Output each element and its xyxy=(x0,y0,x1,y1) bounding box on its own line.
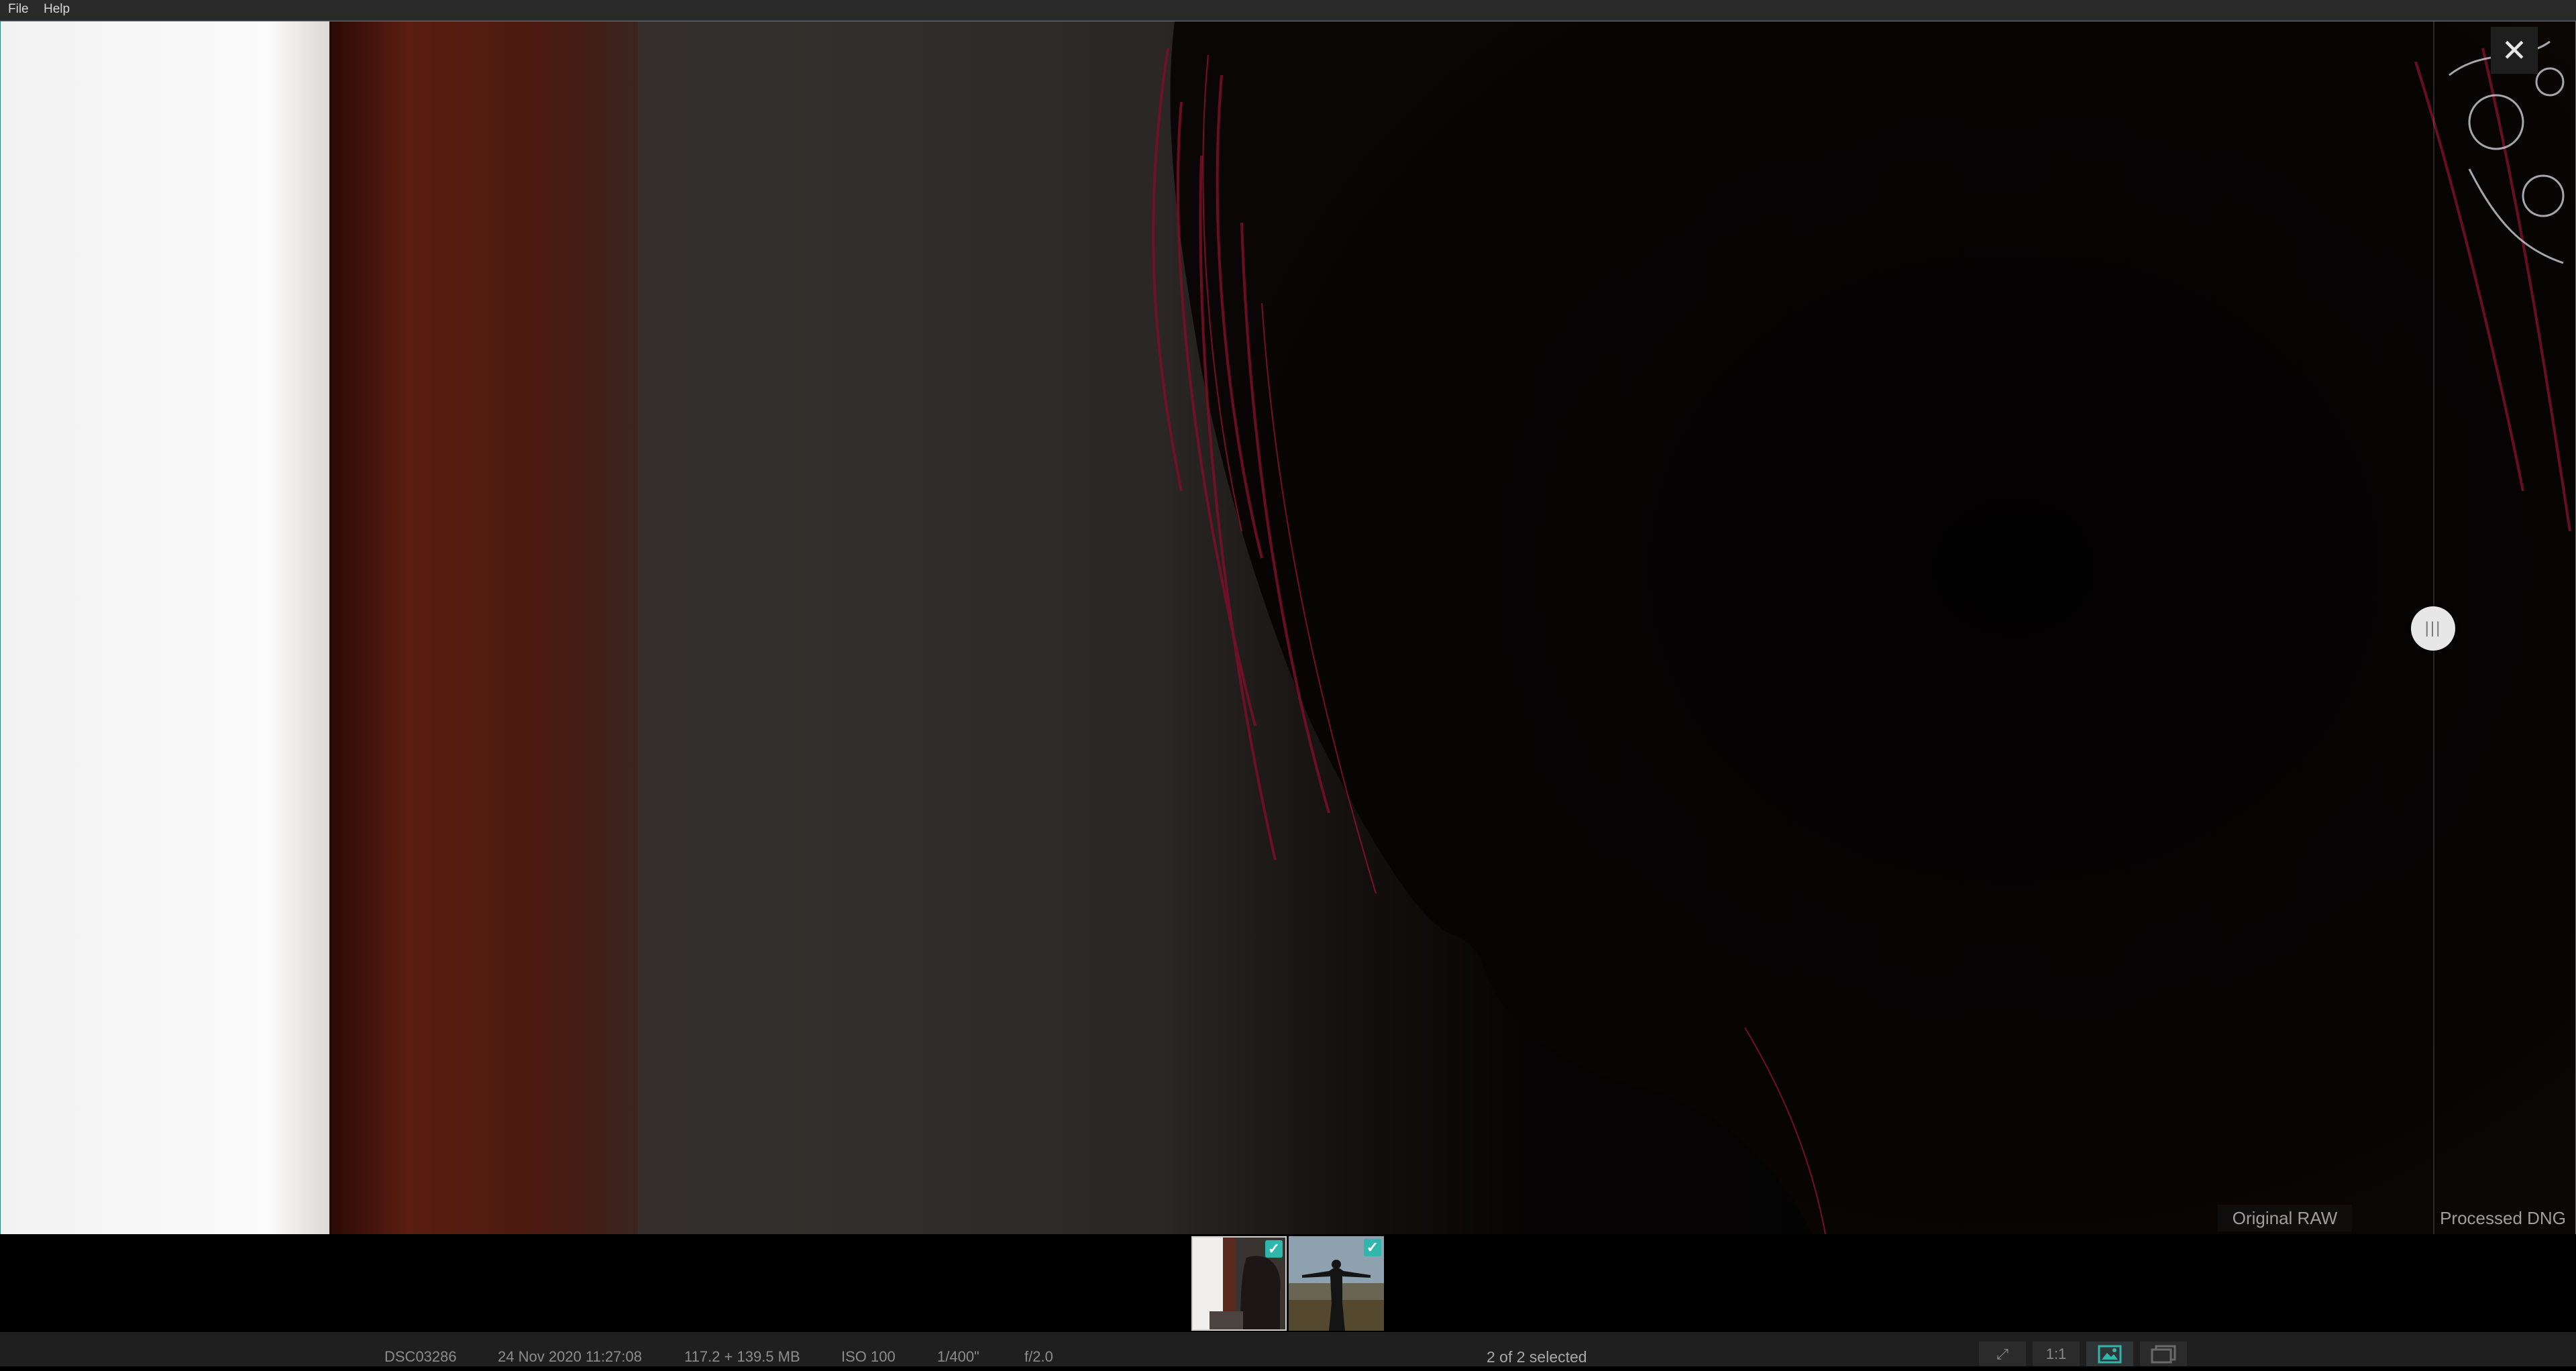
processed-dng-label: Processed DNG xyxy=(2440,1208,2566,1228)
compare-view-button[interactable] xyxy=(2140,1341,2187,1366)
zoom-1-1-button[interactable]: 1:1 xyxy=(2033,1341,2080,1366)
original-raw-label: Original RAW xyxy=(2218,1205,2352,1231)
single-view-button[interactable] xyxy=(2086,1341,2133,1366)
single-view-icon xyxy=(2098,1345,2122,1364)
checkbox-checked-icon[interactable]: ✓ xyxy=(1364,1239,1381,1256)
fit-to-screen-button[interactable]: ⤢ xyxy=(1979,1341,2026,1366)
menu-help[interactable]: Help xyxy=(44,2,70,17)
selection-count: 2 of 2 selected xyxy=(1487,1348,1587,1366)
aperture-value: f/2.0 xyxy=(1024,1348,1053,1365)
filename: DSC03286 xyxy=(384,1348,457,1365)
shutter-speed: 1/400" xyxy=(937,1348,979,1365)
checkbox-checked-icon[interactable]: ✓ xyxy=(1265,1240,1283,1258)
compare-slider-handle[interactable]: ||| xyxy=(2411,606,2455,651)
capture-datetime: 24 Nov 2020 11:27:08 xyxy=(498,1348,642,1365)
iso-value: ISO 100 xyxy=(841,1348,896,1365)
file-sizes: 117.2 + 139.5 MB xyxy=(684,1348,800,1365)
menu-bar: File Help xyxy=(0,0,2576,21)
close-icon[interactable]: ✕ xyxy=(2491,27,2538,74)
compare-view-icon xyxy=(2151,1345,2176,1364)
thumbnail-2[interactable]: ✓ xyxy=(1289,1236,1384,1331)
image-viewer[interactable]: ||| ✕ Original RAW Processed DNG ⌄ xyxy=(0,21,2576,1235)
menu-file[interactable]: File xyxy=(8,2,29,17)
expand-icon: ⤢ xyxy=(1996,1346,2008,1362)
zoom-1-1-label: 1:1 xyxy=(2045,1346,2067,1362)
status-bar: DSC03286 24 Nov 2020 11:27:08 117.2 + 13… xyxy=(0,1332,2576,1366)
thumbnail-1[interactable]: ✓ xyxy=(1191,1236,1287,1331)
filmstrip: ✓ ✓ xyxy=(0,1234,2576,1332)
photo-preview xyxy=(1,21,2575,1234)
